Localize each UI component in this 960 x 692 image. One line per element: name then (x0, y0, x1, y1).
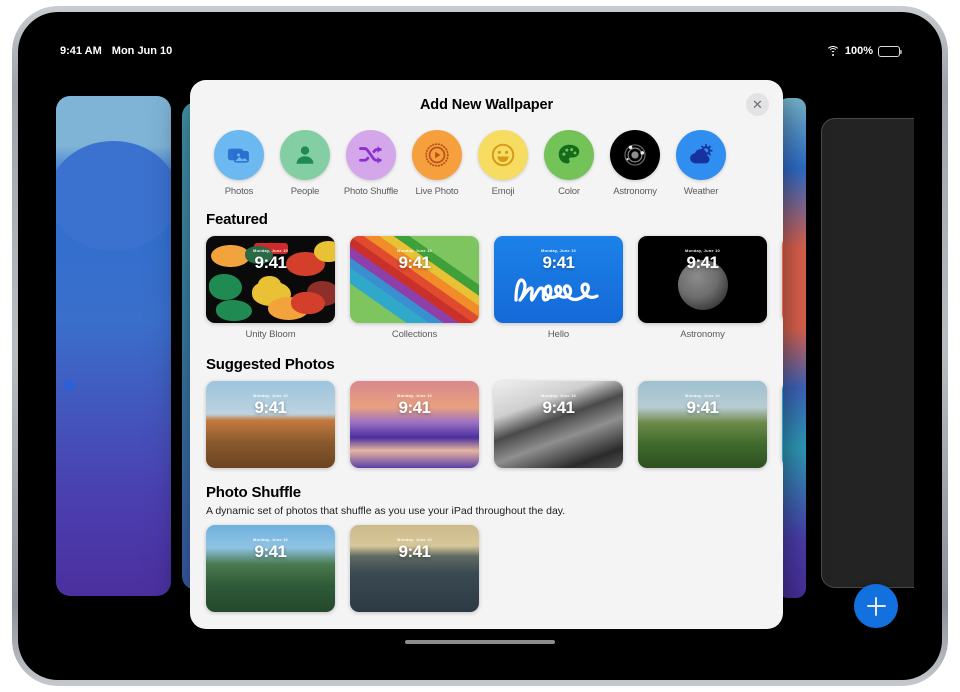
wallpaper-preview: Monday, June 10 9:41 (350, 236, 479, 323)
category-label: Weather (683, 186, 719, 197)
ipad-screen: 9:41 AM Mon Jun 10 100% Add New Wallpape… (46, 40, 914, 650)
wallpaper-thumbnail-partial[interactable] (782, 381, 783, 468)
category-item-color[interactable]: Color (536, 130, 602, 197)
section-photo-shuffle: Photo Shuffle A dynamic set of photos tha… (190, 484, 783, 612)
section-title: Suggested Photos (206, 356, 335, 373)
status-bar: 9:41 AM Mon Jun 10 100% (46, 40, 914, 62)
wallpaper-preview-partial (782, 381, 783, 468)
thumbnail-row: Monday, June 10 9:41 Monday, June 10 9:41 (206, 525, 767, 612)
thumbnail-row: Monday, June 10 9:41 Unity Bloom Monday, Ju… (206, 236, 783, 340)
wallpaper-category-row: Photos People Photo Shuffle Live Photo Emoji… (190, 130, 783, 211)
wallpaper-thumbnail[interactable]: Monday, June 10 9:41 Collections (350, 236, 479, 340)
device-bezel: 9:41 AM Mon Jun 10 100% Add New Wallpape… (18, 12, 942, 680)
wallpaper-caption: Unity Bloom (245, 329, 296, 340)
category-label: Astronomy (613, 186, 657, 197)
status-date: Mon Jun 10 (111, 45, 173, 57)
battery-percent-label: 100% (844, 45, 873, 57)
shuffle-icon (346, 130, 396, 180)
live-photo-icon (412, 130, 462, 180)
wallpaper-thumbnail[interactable]: Monday, June 10 9:41 (350, 525, 479, 612)
wallpaper-preview: Monday, June 10 9:41 (206, 236, 335, 323)
wallpaper-preview: Monday, June 10 9:41 (206, 381, 335, 468)
sheet-title: Add New Wallpaper (419, 97, 554, 113)
lock-screen-time: 9:41 (254, 253, 287, 272)
wallpaper-caption: Astronomy (680, 329, 725, 340)
section-title: Photo Shuffle (206, 484, 301, 501)
section-suggested-photos: Suggested Photos Monday, June 10 9:41 Monda… (190, 356, 783, 468)
wallpaper-preview: Monday, June 10 9:41 (638, 236, 767, 323)
wallpaper-sections: Featured Monday, June 10 9:41 Unity Bloom Mo… (190, 211, 783, 612)
wallpaper-thumbnail[interactable]: Monday, June 10 9:41 (206, 381, 335, 468)
wallpaper-thumbnail[interactable]: Monday, June 10 9:41 Hello (494, 236, 623, 340)
battery-icon (878, 45, 903, 57)
add-wallpaper-button[interactable] (854, 584, 898, 628)
lock-screen-time: 9:41 (542, 398, 575, 417)
wallpaper-thumbnail[interactable]: Monday, June 10 9:41 (638, 381, 767, 468)
people-icon (280, 130, 330, 180)
wallpaper-preview: Monday, June 10 9:41 (350, 525, 479, 612)
wallpaper-preview: Monday, June 10 9:41 (494, 381, 623, 468)
category-item-emoji[interactable]: Emoji (470, 130, 536, 197)
wallpaper-thumbnail[interactable]: Monday, June 10 9:41 (494, 381, 623, 468)
category-item-people[interactable]: People (272, 130, 338, 197)
wallpaper-thumbnail[interactable]: Monday, June 10 9:41 Astronomy (638, 236, 767, 340)
wallpaper-preview: Monday, June 10 9:41 (494, 236, 623, 323)
lock-screen-time: 9:41 (254, 542, 287, 561)
lock-screen-time: 9:41 (542, 253, 575, 272)
category-item-weather[interactable]: Weather (668, 130, 734, 197)
wifi-icon (825, 45, 840, 57)
category-label: Emoji (491, 186, 515, 197)
background-wallpaper-card-4[interactable] (821, 118, 914, 588)
wallpaper-badge-icon (64, 380, 75, 391)
section-subtitle: A dynamic set of photos that shuffle as … (206, 505, 566, 517)
wallpaper-thumbnail[interactable]: Monday, June 10 9:41 (206, 525, 335, 612)
category-label: People (290, 186, 320, 197)
category-item-live-photo[interactable]: Live Photo (404, 130, 470, 197)
wallpaper-caption: Collections (391, 329, 438, 340)
category-label: Photos (224, 186, 254, 197)
emoji-icon (478, 130, 528, 180)
close-icon[interactable]: ✕ (746, 93, 769, 116)
sheet-header: Add New Wallpaper ✕ (190, 80, 783, 130)
thumbnail-row: Monday, June 10 9:41 Monday, June 10 9:41 Mo… (206, 381, 783, 468)
category-item-astronomy[interactable]: Astronomy (602, 130, 668, 197)
category-label: Photo Shuffle (343, 186, 399, 197)
lock-screen-time: 9:41 (398, 398, 431, 417)
wallpaper-caption: Hello (547, 329, 570, 340)
wallpaper-preview: Monday, June 10 9:41 (350, 381, 479, 468)
wallpaper-preview: Monday, June 10 9:41 (638, 381, 767, 468)
home-indicator (405, 640, 555, 644)
status-time: 9:41 AM (60, 45, 102, 57)
plus-icon (866, 596, 886, 616)
category-item-photos[interactable]: Photos (206, 130, 272, 197)
ipad-device-frame: 9:41 AM Mon Jun 10 100% Add New Wallpape… (12, 6, 948, 686)
lock-screen-time: 9:41 (398, 542, 431, 561)
section-title: Featured (206, 211, 268, 228)
photos-icon (214, 130, 264, 180)
lock-screen-time: 9:41 (686, 398, 719, 417)
wallpaper-preview: Monday, June 10 9:41 (206, 525, 335, 612)
color-palette-icon (544, 130, 594, 180)
wallpaper-thumbnail-partial[interactable] (782, 236, 783, 340)
wallpaper-thumbnail[interactable]: Monday, June 10 9:41 Unity Bloom (206, 236, 335, 340)
wallpaper-thumbnail[interactable]: Monday, June 10 9:41 (350, 381, 479, 468)
weather-icon (676, 130, 726, 180)
lock-screen-time: 9:41 (398, 253, 431, 272)
status-bar-right: 100% (825, 45, 903, 57)
status-bar-left: 9:41 AM Mon Jun 10 (60, 45, 172, 57)
background-wallpaper-card-1[interactable] (56, 96, 171, 596)
add-new-wallpaper-sheet: Add New Wallpaper ✕ Photos People Photo Sh… (190, 80, 783, 629)
category-item-photo-shuffle[interactable]: Photo Shuffle (338, 130, 404, 197)
astronomy-icon (610, 130, 660, 180)
section-featured: Featured Monday, June 10 9:41 Unity Bloom Mo… (190, 211, 783, 340)
category-label: Live Photo (415, 186, 459, 197)
lock-screen-time: 9:41 (254, 398, 287, 417)
wallpaper-preview-partial (782, 236, 783, 323)
sheet-body[interactable]: Photos People Photo Shuffle Live Photo Emoji… (190, 130, 783, 629)
lock-screen-time: 9:41 (686, 253, 719, 272)
category-label: Color (558, 186, 580, 197)
